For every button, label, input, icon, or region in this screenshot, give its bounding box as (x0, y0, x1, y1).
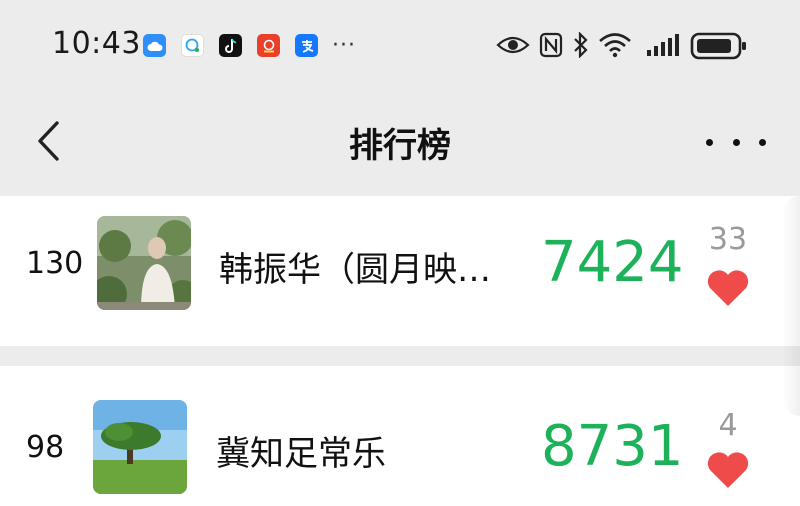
rank-number: 98 (26, 430, 65, 465)
tiktok-app-icon (219, 34, 242, 57)
ranking-row[interactable]: 130 韩振华（圆月映… 7424 33 (0, 196, 800, 346)
page-title: 排行榜 (349, 126, 451, 166)
like-count: 33 (708, 222, 748, 257)
heart-icon[interactable] (706, 450, 750, 490)
cloud-app-icon (143, 34, 166, 57)
like-count: 4 (718, 408, 738, 443)
wifi-icon (599, 33, 631, 58)
bluetooth-icon (574, 32, 588, 58)
ranking-row[interactable]: 98 冀知足常乐 8731 4 (0, 366, 800, 506)
member-name: 冀知足常乐 (216, 434, 386, 474)
heart-icon[interactable] (706, 268, 750, 308)
alipay-app-icon (295, 34, 318, 57)
avatar[interactable] (97, 216, 191, 310)
status-time: 10:43 (52, 26, 141, 61)
more-horizontal-icon (706, 138, 713, 146)
nav-header: 排行榜 (0, 92, 800, 196)
avatar[interactable] (93, 400, 187, 494)
signal-icon (647, 34, 679, 56)
status-more-indicator: ··· (332, 33, 356, 58)
member-name: 韩振华（圆月映… (219, 250, 491, 290)
battery-icon (690, 32, 746, 60)
more-options-button[interactable] (706, 130, 766, 154)
red-app-icon (257, 34, 280, 57)
scroll-edge-shadow (782, 196, 800, 416)
step-count: 7424 (541, 230, 684, 295)
rank-number: 130 (26, 246, 84, 281)
nfc-icon (539, 32, 563, 58)
chat-app-icon (181, 34, 204, 57)
step-count: 8731 (541, 414, 684, 479)
status-bar: 10:43 ··· (0, 0, 800, 92)
eye-icon (496, 36, 530, 54)
